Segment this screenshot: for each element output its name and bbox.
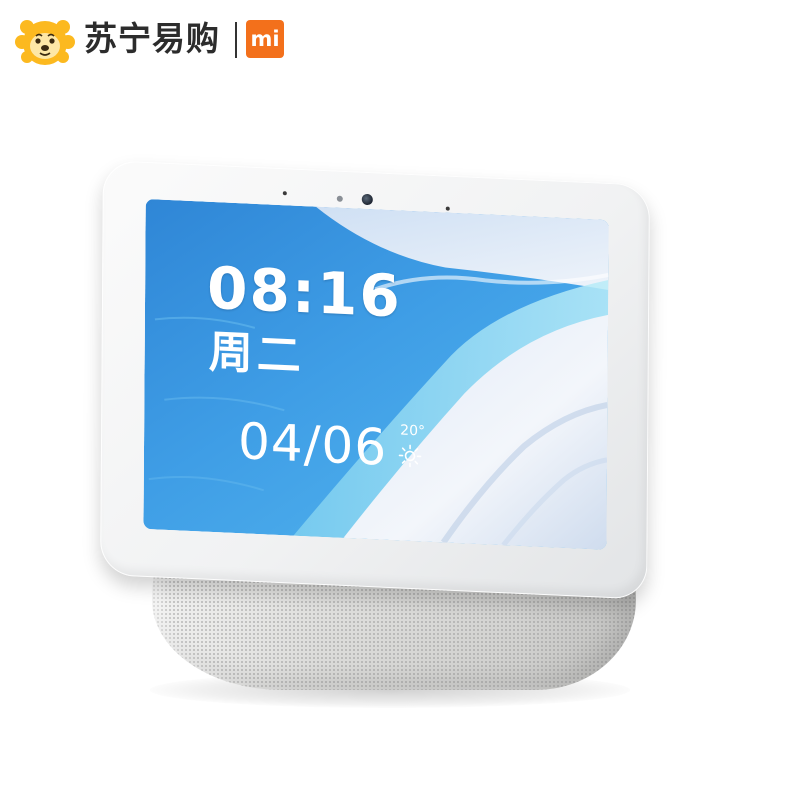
light-sensor xyxy=(282,191,287,196)
weekday-label: 周二 xyxy=(208,326,305,383)
camera-icon xyxy=(361,193,373,206)
clock-time: 08:16 xyxy=(206,253,402,331)
indicator-light xyxy=(336,195,343,202)
temperature-label: 20° xyxy=(400,422,426,440)
smart-display-product: 08:16 周二 04/06 20° xyxy=(0,0,800,800)
sun-icon xyxy=(398,444,422,468)
screen-overlay: 08:16 周二 04/06 20° xyxy=(143,199,608,550)
date-label: 04/06 xyxy=(237,412,388,477)
device-screen: 08:16 周二 04/06 20° xyxy=(143,198,609,550)
device-bezel: 08:16 周二 04/06 20° xyxy=(100,160,650,600)
microphone-hole xyxy=(445,206,450,211)
